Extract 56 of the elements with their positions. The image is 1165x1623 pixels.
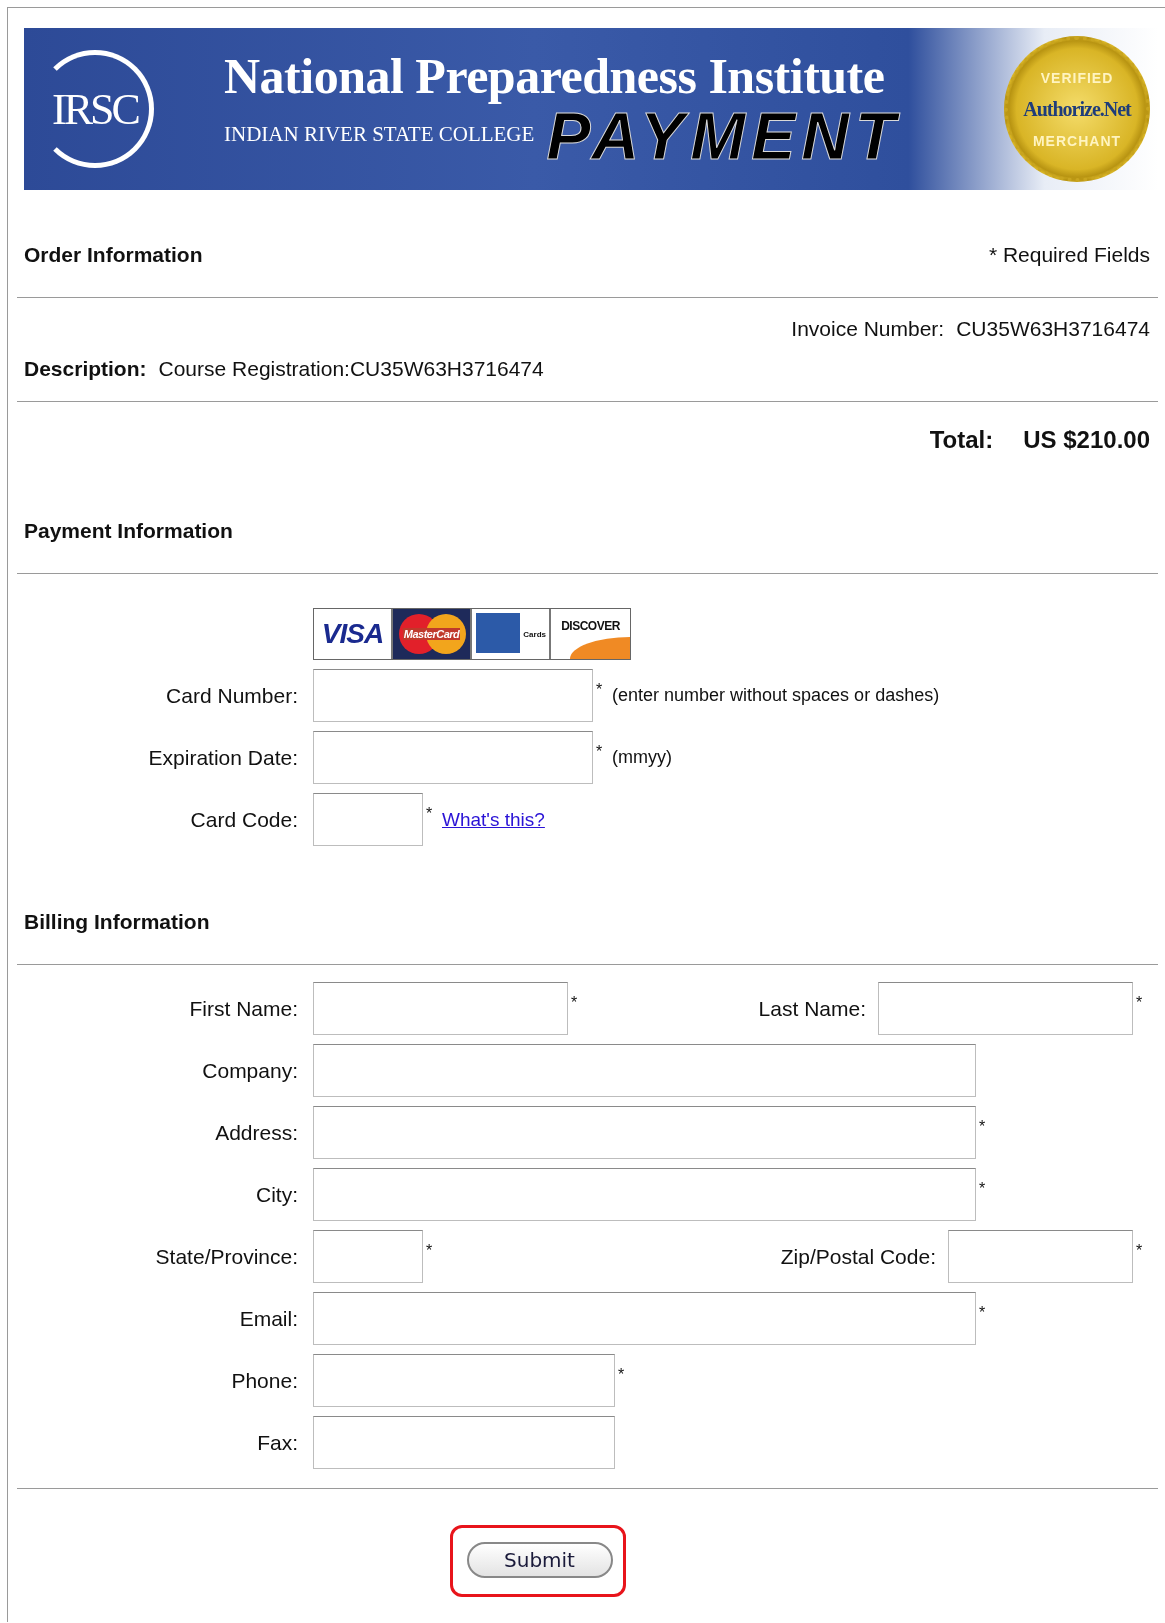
required-asterisk: *	[617, 1365, 626, 1384]
submit-button[interactable]: Submit	[466, 1542, 613, 1578]
input-field[interactable]	[313, 1168, 976, 1221]
field-label: Company:	[201, 1058, 298, 1083]
invoice-label: Invoice Number:	[791, 317, 945, 341]
banner-title: National Preparedness Institute	[224, 49, 886, 103]
field-label: Fax:	[256, 1430, 298, 1455]
input-field[interactable]	[313, 669, 593, 722]
field-label: Card Code:	[189, 807, 298, 832]
required-asterisk: *	[595, 742, 604, 761]
required-asterisk: *	[595, 680, 604, 699]
banner-heading: PAYMENT	[546, 103, 902, 169]
description-value: Course Registration:CU35W63H3716474	[158, 357, 544, 381]
section-heading: Billing Information	[24, 910, 210, 934]
required-note: * Required Fields	[988, 243, 1150, 267]
field-label: Address:	[214, 1120, 298, 1145]
field-label: Zip/Postal Code:	[780, 1244, 936, 1269]
section-heading: Order Information	[24, 243, 203, 267]
required-asterisk: *	[425, 1241, 434, 1260]
required-asterisk: *	[1135, 993, 1144, 1012]
input-field[interactable]	[313, 1354, 615, 1407]
required-asterisk: *	[425, 804, 434, 823]
field-label: Email:	[238, 1306, 298, 1331]
field-hint: (mmyy)	[612, 747, 672, 768]
field-label: First Name:	[188, 996, 298, 1021]
banner-subtitle: INDIAN RIVER STATE COLLEGE	[224, 122, 535, 148]
total-value: US $210.00	[1023, 426, 1150, 454]
input-field[interactable]	[313, 1292, 976, 1345]
required-asterisk: *	[978, 1303, 987, 1322]
required-asterisk: *	[1135, 1241, 1144, 1260]
input-field[interactable]	[878, 982, 1133, 1035]
section-heading: Payment Information	[24, 519, 233, 543]
field-hint: (enter number without spaces or dashes)	[612, 685, 940, 706]
description-label: Description:	[24, 357, 147, 381]
field-label: City:	[255, 1182, 298, 1207]
required-asterisk: *	[570, 993, 579, 1012]
field-label: Expiration Date:	[147, 745, 298, 770]
input-field[interactable]	[948, 1230, 1133, 1283]
total-label: Total:	[929, 426, 994, 454]
verified-merchant-seal: VERIFIED Authorize.Net MERCHANT	[1004, 36, 1150, 182]
invoice-value: CU35W63H3716474	[956, 317, 1150, 341]
input-field[interactable]	[313, 1416, 615, 1469]
input-field[interactable]	[313, 1044, 976, 1097]
help-link[interactable]: What's this?	[442, 808, 545, 831]
input-field[interactable]	[313, 731, 593, 784]
field-label: State/Province:	[154, 1244, 298, 1269]
input-field[interactable]	[313, 982, 568, 1035]
field-label: Last Name:	[758, 996, 866, 1021]
input-field[interactable]	[313, 1106, 976, 1159]
field-label: Phone:	[230, 1368, 298, 1393]
input-field[interactable]	[313, 1230, 423, 1283]
required-asterisk: *	[978, 1179, 987, 1198]
required-asterisk: *	[978, 1117, 987, 1136]
input-field[interactable]	[313, 793, 423, 846]
mastercard-logo: MasterCard	[393, 609, 472, 659]
field-label: Card Number:	[165, 683, 298, 708]
